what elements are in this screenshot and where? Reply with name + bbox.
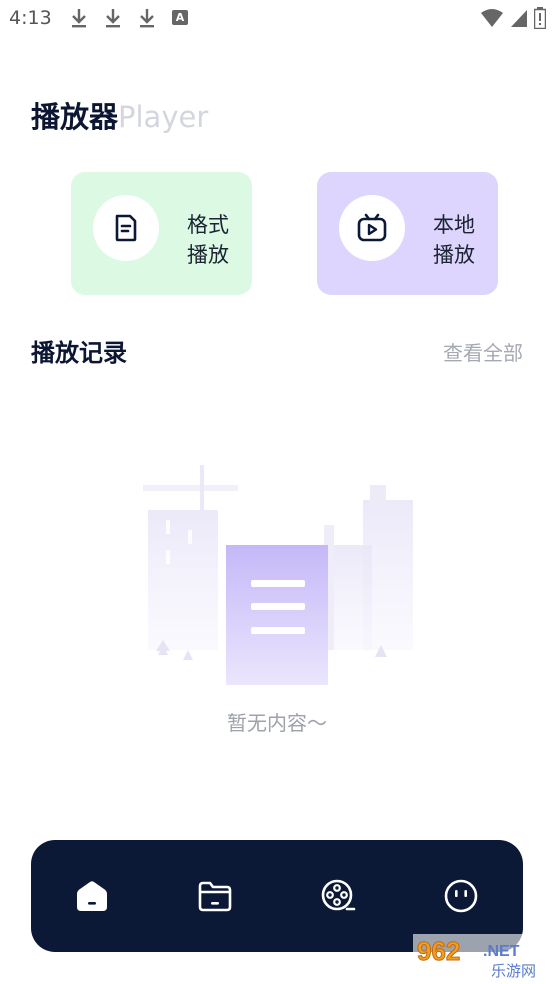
format-play-card[interactable]: 格式 播放	[71, 172, 252, 295]
svg-text:962: 962	[417, 936, 460, 966]
home-icon	[77, 881, 107, 911]
status-time: 4:13	[9, 7, 52, 29]
watermark-logo: 962 .NET 乐游网	[413, 934, 550, 980]
download-icon	[106, 9, 120, 28]
local-play-label: 本地 播放	[433, 213, 475, 267]
see-all-link[interactable]: 查看全部	[443, 337, 523, 366]
local-play-icon-circle	[339, 195, 405, 261]
download-icon	[140, 9, 154, 28]
nav-profile[interactable]	[441, 876, 481, 916]
format-play-label: 格式 播放	[187, 213, 229, 267]
nav-folder[interactable]	[195, 876, 235, 916]
play-history-title: 播放记录	[31, 339, 127, 367]
nav-film[interactable]	[318, 876, 358, 916]
status-bar: 4:13 A	[0, 0, 554, 38]
profile-face-icon	[444, 879, 478, 913]
signal-icon	[511, 10, 527, 27]
empty-state-illustration	[143, 465, 413, 685]
a-icon: A	[172, 10, 188, 25]
svg-text:.NET: .NET	[483, 943, 520, 960]
nav-home[interactable]	[72, 876, 112, 916]
title-english: Player	[118, 100, 209, 134]
film-reel-icon	[321, 879, 356, 911]
tv-play-icon	[357, 213, 387, 242]
document-icon	[115, 214, 137, 242]
local-play-card[interactable]: 本地 播放	[317, 172, 498, 295]
format-play-icon-circle	[93, 195, 159, 261]
title-text: 播放器	[31, 100, 119, 134]
download-icon	[72, 9, 86, 28]
page-title: 播放器Player	[31, 94, 208, 134]
empty-state-text: 暂无内容～	[227, 711, 327, 735]
wifi-icon	[481, 9, 503, 27]
svg-text:乐游网: 乐游网	[491, 962, 536, 980]
battery-icon	[534, 7, 546, 29]
folder-icon	[198, 881, 232, 912]
